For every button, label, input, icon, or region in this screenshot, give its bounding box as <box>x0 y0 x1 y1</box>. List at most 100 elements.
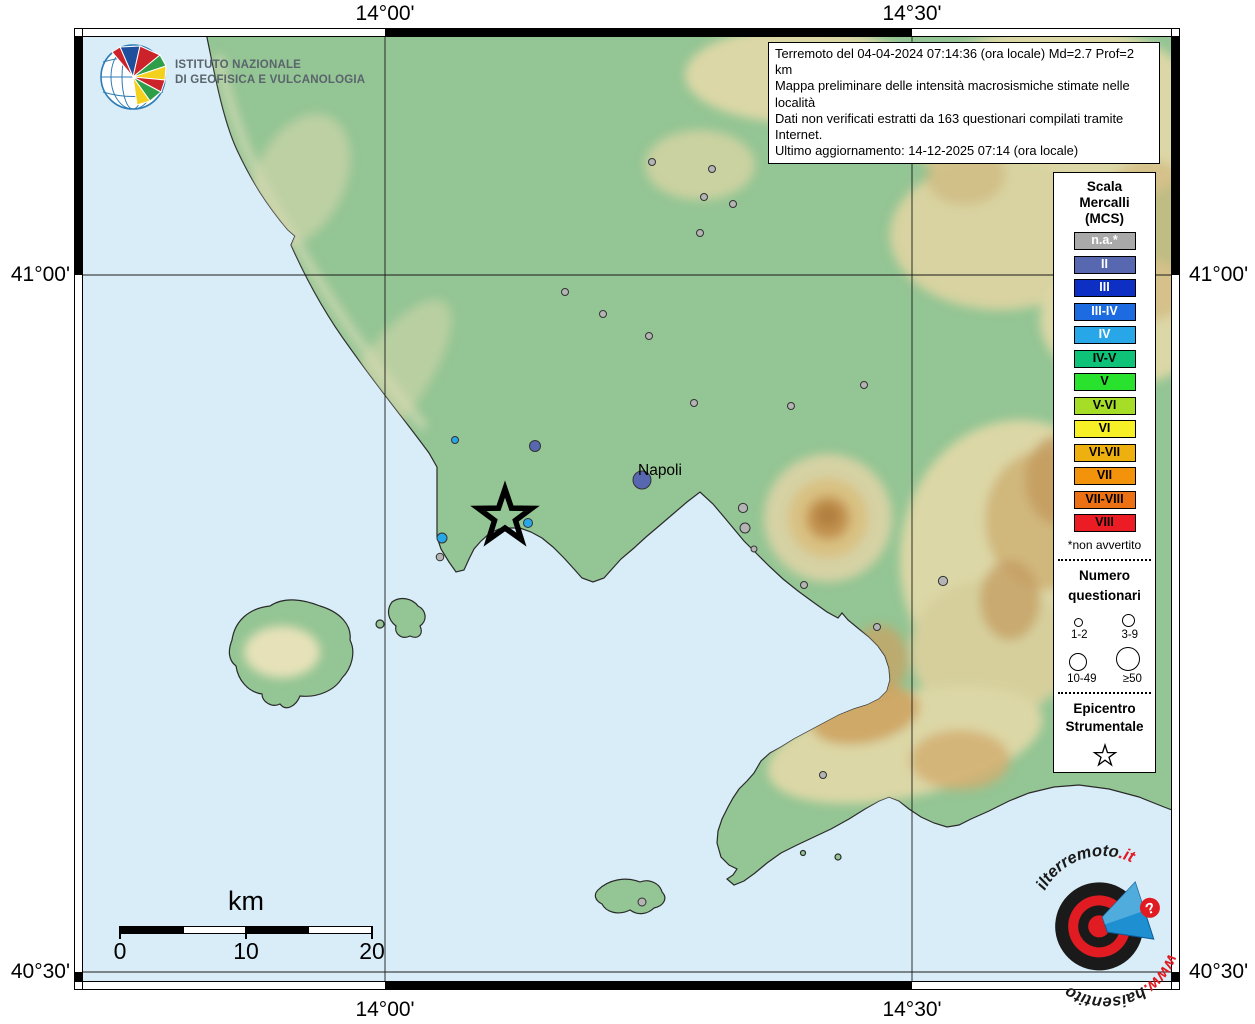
frame-seg <box>75 982 385 989</box>
frame-seg <box>912 29 1179 36</box>
epicenter-title: Epicentro Strumentale <box>1054 700 1155 736</box>
islet <box>376 620 384 628</box>
ingv-macroseismic-map-page: { "title_box": { "lines": [ "Terremoto d… <box>0 0 1255 1024</box>
legend-swatch-IV-V: IV-V <box>1074 350 1136 368</box>
lat-label-left-1: 41°00' <box>0 263 70 287</box>
intensity-point-II <box>530 441 541 452</box>
info-line-4: Ultimo aggiornamento: 14-12-2025 07:14 (… <box>775 143 1153 159</box>
info-line-2: Mappa preliminare delle intensità macros… <box>775 78 1153 110</box>
lon-label-bottom-1: 14°00' <box>325 998 445 1022</box>
frame-top <box>74 28 1180 37</box>
frame-corner <box>74 28 83 37</box>
questionnaires-title-line: Numero <box>1054 566 1155 586</box>
size-circle-10-49 <box>1069 653 1087 671</box>
scalebar-seg <box>121 927 184 933</box>
legend-panel: Scala Mercalli (MCS) n.a.*IIIIIIII-IVIVI… <box>1053 172 1156 773</box>
star-icon <box>1092 742 1118 768</box>
size-label-50: ≥50 <box>1123 673 1142 685</box>
info-line-1: Terremoto del 04-04-2024 07:14:36 (ora l… <box>775 46 1153 78</box>
legend-title: Scala Mercalli (MCS) <box>1054 179 1155 227</box>
intensity-point-n.a. <box>701 194 708 201</box>
frame-seg <box>75 38 82 275</box>
size-circles-row-1 <box>1054 614 1155 627</box>
intensity-point-n.a. <box>730 201 737 208</box>
intensity-point-IV <box>452 437 459 444</box>
size-circles-row-2 <box>1054 647 1155 671</box>
scalebar-seg <box>184 927 247 933</box>
lat-label-left-2: 40°30' <box>0 960 70 984</box>
lon-label-bottom-2: 14°30' <box>852 998 972 1022</box>
legend-swatch-III-IV: III-IV <box>1074 303 1136 321</box>
frame-seg <box>75 29 385 36</box>
intensity-point-n.a. <box>638 898 646 906</box>
size-circle-1-2 <box>1074 618 1083 627</box>
scalebar-seg <box>246 927 309 933</box>
mercalli-swatches: n.a.*IIIIIIII-IVIVIV-VVV-VIVIVI-VIIVIIVI… <box>1054 232 1155 532</box>
intensity-point-n.a. <box>801 582 808 589</box>
legend-swatch-VI: VI <box>1074 420 1136 438</box>
frame-corner <box>1171 28 1180 37</box>
capri-island <box>595 879 664 913</box>
legend-title-line: Scala <box>1054 179 1155 195</box>
legend-title-line: Mercalli <box>1054 195 1155 211</box>
intensity-point-n.a. <box>691 400 698 407</box>
legend-separator <box>1058 692 1151 694</box>
frame-left <box>74 37 83 981</box>
frame-corner <box>74 981 83 990</box>
intensity-point-n.a. <box>740 523 750 533</box>
epicenter-star-sample <box>1054 742 1155 773</box>
intensity-point-IV <box>437 533 447 543</box>
epicenter-title-line: Epicentro <box>1054 700 1155 718</box>
legend-swatch-III: III <box>1074 279 1136 297</box>
intensity-point-n.a. <box>820 772 827 779</box>
ingv-globe-icon <box>98 42 170 114</box>
questionnaires-title: Numero questionari <box>1054 566 1155 606</box>
legend-title-line: (MCS) <box>1054 211 1155 227</box>
lon-label-top-2: 14°30' <box>852 2 972 26</box>
intensity-point-n.a. <box>646 333 653 340</box>
lat-label-right-1: 41°00' <box>1189 263 1255 287</box>
size-labels-row-1: 1-2 3-9 <box>1054 629 1155 641</box>
size-label-3-9: 3-9 <box>1121 629 1138 641</box>
questionnaires-title-line: questionari <box>1054 586 1155 606</box>
islet <box>835 854 841 860</box>
info-line-3: Dati non verificati estratti da 163 ques… <box>775 111 1153 143</box>
size-labels-row-2: 10-49 ≥50 <box>1054 673 1155 685</box>
legend-swatch-V-VI: V-VI <box>1074 397 1136 415</box>
frame-seg <box>1172 38 1179 275</box>
legend-swatch-VIII: VIII <box>1074 514 1136 532</box>
frame-seg <box>385 982 912 989</box>
institute-name-line2: DI GEOFISICA E VULCANOLOGIA <box>175 73 365 88</box>
intensity-point-n.a. <box>874 624 881 631</box>
intensity-point-n.a. <box>709 166 716 173</box>
event-info-box: Terremoto del 04-04-2024 07:14:36 (ora l… <box>768 42 1160 164</box>
legend-swatch-II: II <box>1074 256 1136 274</box>
intensity-point-n.a. <box>788 403 795 410</box>
frame-seg <box>75 275 82 972</box>
scalebar-label-20: 20 <box>337 938 407 965</box>
frame-seg <box>75 972 82 980</box>
ingv-logo-text: ISTITUTO NAZIONALE DI GEOFISICA E VULCAN… <box>175 58 365 88</box>
islet <box>801 851 806 856</box>
size-circle-50 <box>1116 647 1140 671</box>
intensity-point-n.a. <box>600 311 607 318</box>
intensity-point-n.a. <box>861 382 868 389</box>
scalebar-label-10: 10 <box>211 938 281 965</box>
frame-seg <box>385 29 912 36</box>
legend-swatch-VII: VII <box>1074 467 1136 485</box>
intensity-point-n.a. <box>562 289 569 296</box>
haisentito-logo: ? ilterremoto.it www.haisentito <box>1020 835 1195 1010</box>
legend-swatch-VII-VIII: VII-VIII <box>1074 491 1136 509</box>
intensity-point-n.a. <box>738 503 747 512</box>
intensity-point-n.a. <box>938 576 947 585</box>
intensity-point-n.a. <box>649 159 656 166</box>
size-circle-3-9 <box>1122 614 1135 627</box>
intensity-point-n.a. <box>697 230 704 237</box>
frame-bottom <box>74 981 1180 990</box>
size-label-10-49: 10-49 <box>1067 673 1096 685</box>
lon-label-top-1: 14°00' <box>325 2 445 26</box>
legend-separator <box>1058 559 1151 561</box>
scalebar-seg <box>309 927 372 933</box>
map-canvas: Napoli <box>74 28 1180 990</box>
institute-name-line1: ISTITUTO NAZIONALE <box>175 58 365 73</box>
